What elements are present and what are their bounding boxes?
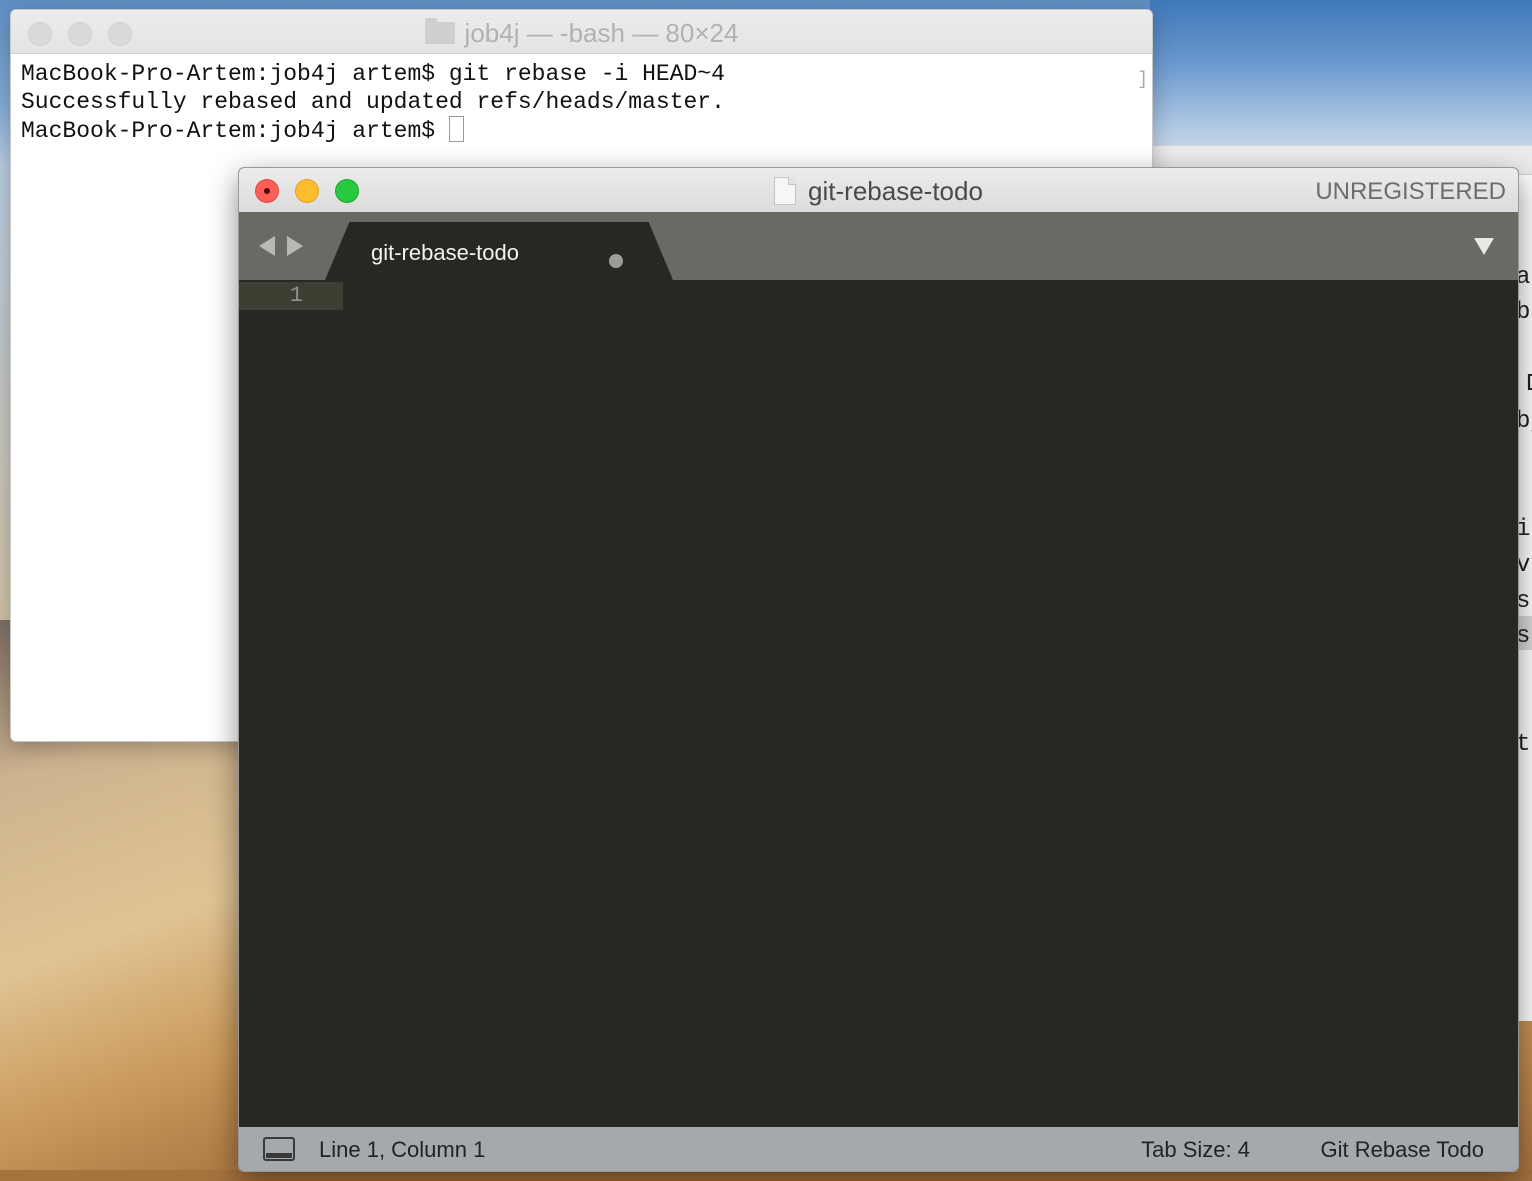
terminal-output[interactable]: MacBook-Pro-Artem:job4j artem$ git rebas… bbox=[21, 60, 1142, 145]
terminal-line: MacBook-Pro-Artem:job4j artem$ git rebas… bbox=[21, 61, 725, 87]
panel-toggle-icon[interactable] bbox=[263, 1137, 295, 1161]
terminal-mark-bracket: ] bbox=[1137, 70, 1148, 90]
terminal-cursor bbox=[448, 116, 464, 142]
gutter-current-line: 1 bbox=[239, 282, 343, 310]
terminal-prompt: MacBook-Pro-Artem:job4j artem$ bbox=[21, 118, 449, 144]
license-status: UNREGISTERED bbox=[1315, 178, 1506, 205]
editor-titlebar[interactable]: git-rebase-todo UNREGISTERED bbox=[239, 168, 1518, 213]
editor-text-area[interactable]: 1 bbox=[239, 280, 1518, 1127]
line-number: 1 bbox=[289, 283, 303, 308]
editor-window[interactable]: git-rebase-todo UNREGISTERED git-rebase-… bbox=[238, 167, 1519, 1172]
tab-label: git-rebase-todo bbox=[371, 240, 519, 265]
cursor-position[interactable]: Line 1, Column 1 bbox=[319, 1137, 485, 1163]
terminal-line: Successfully rebased and updated refs/he… bbox=[21, 89, 725, 115]
desktop-background-sky bbox=[1150, 0, 1532, 150]
tab-bar: git-rebase-todo bbox=[239, 212, 1518, 280]
tab-navigation bbox=[259, 236, 303, 256]
syntax-selector[interactable]: Git Rebase Todo bbox=[1321, 1137, 1484, 1163]
terminal-titlebar[interactable]: job4j — -bash — 80×24 bbox=[11, 10, 1152, 54]
unsaved-dot-icon[interactable] bbox=[609, 254, 623, 268]
document-icon bbox=[774, 177, 797, 205]
terminal-title-text: job4j — -bash — 80×24 bbox=[464, 18, 739, 48]
background-text-fragment: D bbox=[1526, 371, 1532, 398]
status-bar: Line 1, Column 1 Tab Size: 4 Git Rebase … bbox=[239, 1127, 1518, 1171]
tab-size-selector[interactable]: Tab Size: 4 bbox=[1141, 1137, 1250, 1163]
tab-list-dropdown-icon[interactable] bbox=[1474, 238, 1494, 255]
folder-icon bbox=[424, 18, 455, 44]
editor-title-text: git-rebase-todo bbox=[808, 176, 983, 206]
terminal-title: job4j — -bash — 80×24 bbox=[11, 18, 1152, 49]
terminal-prompt-line: MacBook-Pro-Artem:job4j artem$ bbox=[21, 116, 1142, 145]
previous-tab-icon[interactable] bbox=[259, 236, 275, 256]
next-tab-icon[interactable] bbox=[287, 236, 303, 256]
tab-git-rebase-todo[interactable]: git-rebase-todo bbox=[325, 222, 673, 280]
